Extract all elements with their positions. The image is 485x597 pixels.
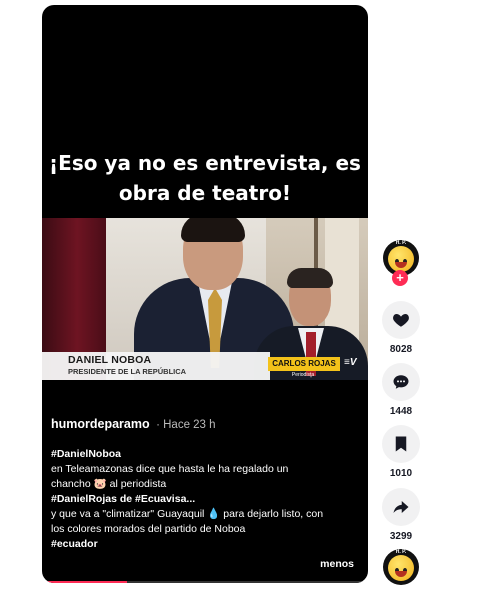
caption-description: #DanielNoboa en Teleamazonas dice que ha…	[51, 447, 357, 552]
hashtag-link[interactable]: #DanielNoboa	[51, 448, 121, 460]
lower-third-name: DANIEL NOBOA	[68, 354, 152, 366]
journalist-hair	[287, 268, 333, 288]
caption-text-line: en Teleamazonas dice que hasta le ha reg…	[51, 463, 289, 475]
sound-disc-icon	[388, 555, 414, 581]
lower-third-title: PRESIDENTE DE LA REPÚBLICA	[68, 367, 187, 376]
hashtag-link[interactable]: #ecuador	[51, 538, 98, 550]
comment-icon	[393, 375, 409, 389]
comment-count: 1448	[389, 406, 413, 417]
lower-third-banner: DANIEL NOBOA PRESIDENTE DE LA REPÚBLICA	[42, 352, 270, 380]
interviewee-hair	[181, 218, 245, 242]
share-icon	[393, 501, 409, 513]
heart-icon	[393, 314, 409, 327]
channel-logo: ≡V	[344, 357, 357, 368]
overlay-line-1: ¡Eso ya no es entrevista, es	[49, 151, 361, 175]
sound-avatar[interactable]: H. P.	[383, 549, 419, 585]
video-caption: humordeparamo · Hace 23 h #DanielNoboa e…	[51, 415, 357, 552]
comment-button[interactable]	[382, 363, 420, 401]
video-progress-fill	[42, 581, 127, 583]
journalist-name-tag: CARLOS ROJAS	[268, 357, 340, 371]
caption-text-line: los colores morados del partido de Noboa	[51, 523, 246, 535]
overlay-line-2: obra de teatro!	[118, 181, 292, 205]
share-button[interactable]	[382, 488, 420, 526]
like-button[interactable]	[382, 301, 420, 339]
caption-text-line: chancho 🐷 al periodista	[51, 478, 167, 490]
hashtag-link[interactable]: #DanielRojas de #Ecuavisa...	[51, 493, 195, 505]
follow-button[interactable]: +	[392, 270, 408, 286]
avatar-face-icon	[388, 246, 414, 272]
post-time: · Hace 23 h	[156, 419, 216, 431]
video-progress-bar[interactable]	[42, 581, 368, 583]
save-button[interactable]	[382, 425, 420, 463]
show-less-link[interactable]: menos	[320, 558, 354, 570]
video-frame: DANIEL NOBOA PRESIDENTE DE LA REPÚBLICA …	[42, 218, 368, 380]
share-count: 3299	[389, 531, 413, 542]
caption-text-line: y que va a "climatizar" Guayaquil 💧 para…	[51, 508, 324, 520]
video-overlay-title: ¡Eso ya no es entrevista, es obra de tea…	[42, 148, 368, 208]
like-count: 8028	[389, 344, 413, 355]
bookmark-icon	[395, 436, 407, 452]
author-name[interactable]: humordeparamo	[51, 417, 150, 431]
video-player[interactable]: ¡Eso ya no es entrevista, es obra de tea…	[42, 5, 368, 583]
save-count: 1010	[389, 468, 413, 479]
journalist-name-sub: Periodista	[291, 372, 315, 378]
